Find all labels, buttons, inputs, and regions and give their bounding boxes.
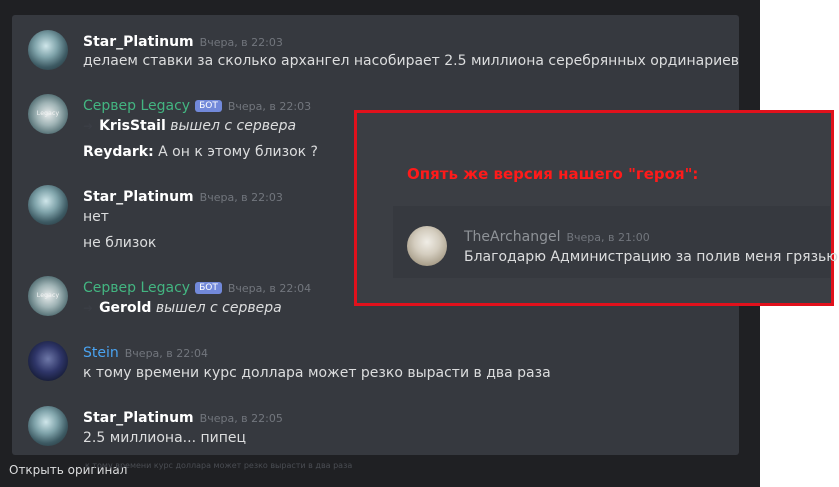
timestamp: Вчера, в 22:03 [199,191,283,204]
username[interactable]: Star_Platinum [83,410,194,426]
relayed-user: Reydark: [83,144,154,160]
username[interactable]: Сервер Legacy [83,280,190,296]
avatar-logo-text: Legacy [36,292,60,299]
message-text: к тому времени курс доллара может резко … [83,365,551,381]
system-action: вышел с сервера [155,300,282,316]
avatar-logo-text: Legacy [36,110,60,117]
message-header: Star_Platinum Вчера, в 22:05 [83,407,283,426]
leave-arrow-icon: ➜ [83,301,94,315]
message-header: Star_Platinum Вчера, в 22:03 [83,31,283,50]
message-header: Сервер Legacy БОТ Вчера, в 22:04 [83,277,311,296]
leave-arrow-icon: ➜ [83,119,94,133]
username[interactable]: TheArchangel [464,229,560,245]
message-text: делаем ставки за сколько архангел насоби… [83,53,740,69]
system-action: вышел с сервера [170,118,297,134]
legacy-server-avatar[interactable]: Legacy [28,276,68,316]
timestamp: Вчера, в 22:03 [199,36,283,49]
star-platinum-avatar[interactable] [28,406,68,446]
username[interactable]: Сервер Legacy [83,98,190,114]
timestamp: Вчера, в 21:00 [566,231,650,244]
legacy-server-avatar[interactable]: Legacy [28,94,68,134]
message-text: 2.5 миллиона... пипец [83,430,247,446]
system-user: Gerold [99,300,152,316]
message-header: Сервер Legacy БОТ Вчера, в 22:03 [83,95,311,114]
relayed-message: Reydark: А он к этому близок ? [83,144,318,160]
quoted-message: TheArchangel Вчера, в 21:00 Благодарю Адм… [393,206,838,278]
message-header: TheArchangel Вчера, в 21:00 [464,226,650,245]
message-text: не близок [83,235,157,251]
username[interactable]: Star_Platinum [83,34,194,50]
star-platinum-avatar[interactable] [28,30,68,70]
relayed-text: А он к этому близок ? [153,144,318,160]
message-text: Благодарю Администрацию за полив меня гр… [464,249,839,265]
timestamp: Вчера, в 22:03 [227,100,312,113]
system-message: ➜ KrisStail вышел с сервера [83,118,296,134]
system-user: KrisStail [99,118,166,134]
timestamp: Вчера, в 22:04 [227,282,312,295]
username[interactable]: Stein [83,345,119,361]
annotation-caption: Опять же версия нашего "героя": [407,165,699,183]
system-message: ➜ Gerold вышел с сервера [83,300,282,316]
timestamp: Вчера, в 22:05 [199,412,283,425]
bot-badge: БОТ [195,100,222,112]
bot-badge: БОТ [195,282,222,294]
star-platinum-avatar[interactable] [28,185,68,225]
timestamp: Вчера, в 22:04 [124,347,208,360]
message-header: Star_Platinum Вчера, в 22:03 [83,186,283,205]
thearchangel-avatar[interactable] [407,226,447,266]
username[interactable]: Star_Platinum [83,189,194,205]
message-header: Stein Вчера, в 22:04 [83,342,208,361]
ghost-preview-text: к тому времени курс доллара может резко … [85,461,353,470]
message-text: нет [83,209,109,225]
stein-avatar[interactable] [28,341,68,381]
